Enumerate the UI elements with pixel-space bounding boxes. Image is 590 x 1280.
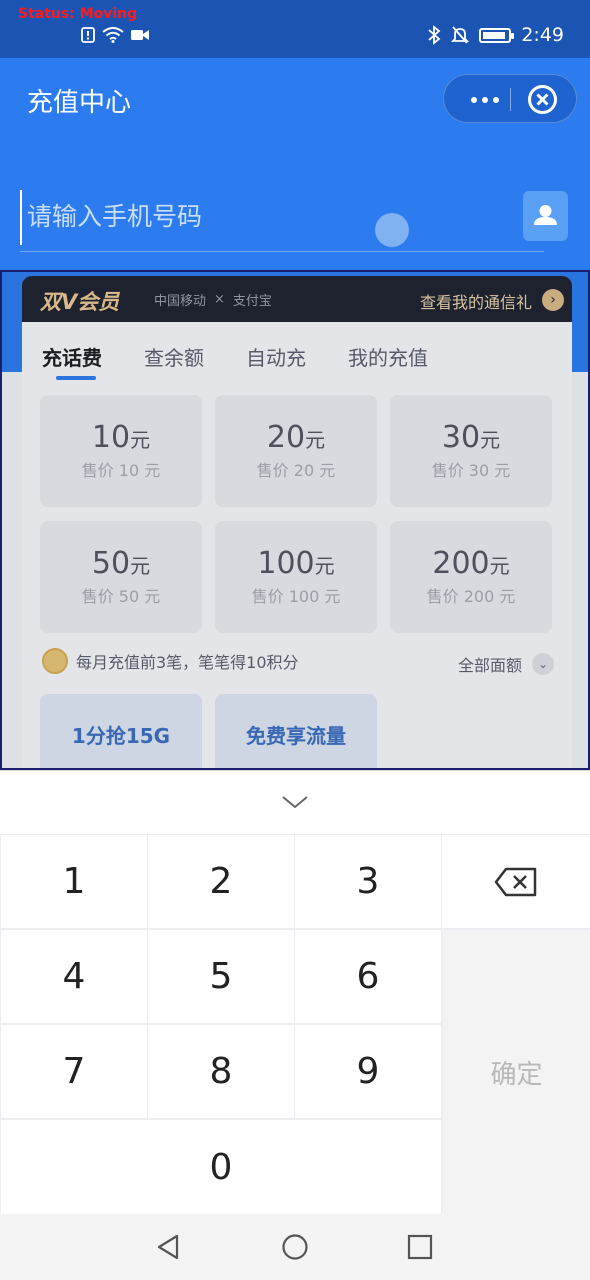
backspace-icon — [494, 867, 537, 896]
status-bar: Status: Moving 2:49 — [0, 0, 590, 58]
key-6[interactable]: 6 — [295, 930, 441, 1023]
backspace-key[interactable] — [442, 835, 590, 928]
key-2[interactable]: 2 — [148, 835, 294, 928]
key-3[interactable]: 3 — [295, 835, 441, 928]
dim-overlay — [2, 272, 588, 768]
home-icon[interactable] — [281, 1233, 309, 1261]
keyboard-header — [0, 770, 590, 834]
key-4[interactable]: 4 — [1, 930, 147, 1023]
system-nav-bar — [0, 1214, 590, 1280]
page-title: 充值中心 — [27, 88, 132, 118]
key-5[interactable]: 5 — [148, 930, 294, 1023]
confirm-button[interactable]: 确定 — [443, 930, 590, 1214]
key-8[interactable]: 8 — [148, 1025, 294, 1118]
recharge-content: 双V会员 中国移动 × 支付宝 查看我的通信礼 › 充话费 查余额 自动充 我的… — [0, 270, 590, 770]
status-time: 2:49 — [521, 24, 564, 46]
key-7[interactable]: 7 — [1, 1025, 147, 1118]
more-icon[interactable] — [462, 75, 508, 124]
phone-number-input[interactable] — [20, 190, 510, 245]
alert-icon — [81, 27, 95, 43]
capsule-divider — [510, 88, 511, 111]
battery-icon — [479, 27, 515, 43]
key-9[interactable]: 9 — [295, 1025, 441, 1118]
chevron-down-icon[interactable] — [280, 789, 310, 815]
status-right-icons: 2:49 — [427, 24, 564, 46]
contacts-button[interactable] — [523, 191, 568, 241]
input-underline — [20, 251, 544, 252]
recents-icon[interactable] — [407, 1234, 433, 1260]
numeric-keypad: 1 2 3 4 5 6 7 8 9 0 确定 — [0, 834, 590, 1214]
camera-icon — [131, 30, 149, 40]
close-circle-icon[interactable] — [527, 84, 558, 115]
contact-person-icon — [534, 205, 557, 225]
status-left-icons — [80, 27, 150, 43]
silent-icon — [451, 26, 470, 44]
key-0[interactable]: 0 — [1, 1120, 441, 1214]
mini-program-capsule — [443, 74, 577, 123]
debug-status-text: Status: Moving — [18, 6, 138, 22]
wifi-icon — [102, 27, 124, 43]
key-1[interactable]: 1 — [1, 835, 147, 928]
back-icon[interactable] — [155, 1233, 183, 1261]
bluetooth-icon — [428, 25, 441, 45]
touch-indicator — [375, 213, 409, 247]
